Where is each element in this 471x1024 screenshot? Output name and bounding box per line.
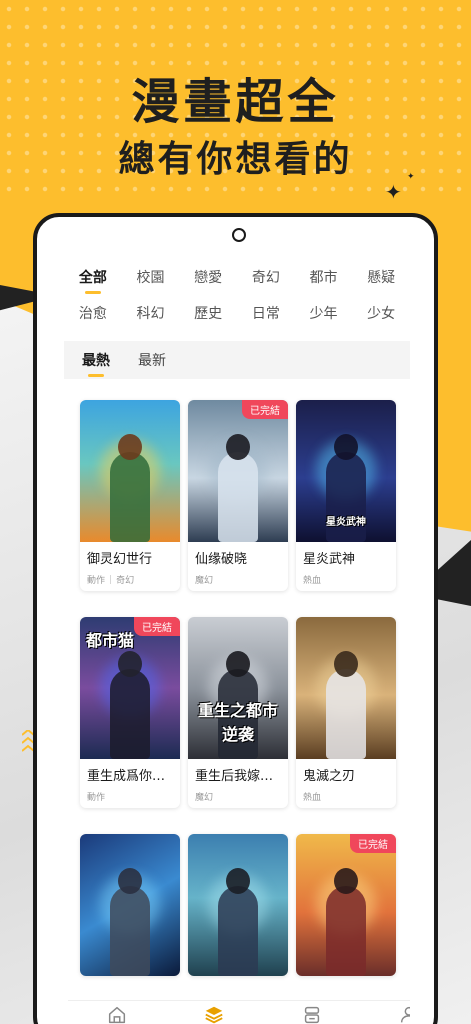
comic-meta: 重生后我嫁給… 魔幻 — [188, 759, 288, 808]
comic-tags: 魔幻 — [195, 790, 281, 803]
genre-tag: 熱血 — [303, 576, 322, 586]
phone-frame: 全部 校園 戀愛 奇幻 都市 懸疑 治愈 科幻 歷史 日常 少年 少女 最熱 最新 御灵幻世行 動作 | 奇幻… — [33, 213, 438, 1024]
home-icon — [106, 1004, 128, 1024]
comic-card[interactable]: 已完結 — [296, 834, 396, 976]
cover-art-head — [118, 868, 142, 894]
app-screen: 全部 校園 戀愛 奇幻 都市 懸疑 治愈 科幻 歷史 日常 少年 少女 最熱 最新 御灵幻世行 動作 | 奇幻… — [64, 248, 410, 1024]
comic-title[interactable]: 重生后我嫁給… — [195, 765, 281, 784]
cover-art-figure — [326, 669, 366, 759]
cover-art-head — [226, 868, 250, 894]
cover-art-head — [118, 651, 142, 677]
comic-cover[interactable]: 重生之都市逆袭 — [188, 617, 288, 759]
comic-title[interactable]: 星炎武神 — [303, 548, 389, 567]
genre-tag: 動作 — [87, 576, 106, 586]
comic-meta: 仙缘破晓 魔幻 — [188, 542, 288, 591]
comic-card[interactable]: 御灵幻世行動作 | 奇幻 — [80, 400, 180, 591]
comic-cover[interactable] — [188, 834, 288, 976]
cover-art-head — [334, 434, 358, 460]
tab-profile[interactable]: 我的 — [361, 1001, 410, 1024]
profile-icon — [398, 1004, 410, 1024]
camera-icon — [232, 228, 246, 242]
comic-title[interactable]: 鬼滅之刃 — [303, 765, 389, 784]
category-tab[interactable]: 歷史 — [179, 304, 237, 324]
category-tab[interactable]: 校園 — [122, 268, 180, 288]
comic-meta: 星炎武神 熱血 — [296, 542, 396, 591]
completed-badge: 已完結 — [134, 617, 180, 636]
cover-art-head — [226, 651, 250, 677]
category-tab[interactable]: 奇幻 — [237, 268, 295, 288]
cover-art-figure — [110, 886, 150, 976]
promo-headline: 漫畫超全 — [131, 74, 340, 130]
category-tab[interactable]: 少年 — [295, 304, 353, 324]
tab-home[interactable]: 首頁 — [68, 1001, 166, 1024]
category-tab[interactable]: 都市 — [295, 268, 353, 288]
comic-tags: 動作 — [87, 790, 173, 803]
cover-art-figure — [218, 886, 258, 976]
sort-bar: 最熱 最新 — [64, 341, 410, 379]
comic-tags: 熱血 — [303, 573, 389, 586]
sparkle-small-icon: ✦ — [407, 172, 415, 182]
category-icon — [203, 1004, 225, 1024]
comic-card[interactable]: 重生之都市逆袭重生后我嫁給… 魔幻 — [188, 617, 288, 808]
comic-tags: 動作 | 奇幻 — [87, 573, 173, 587]
cover-art-head — [334, 651, 358, 677]
comic-cover[interactable]: 已完結 — [188, 400, 288, 542]
cover-title-art: 重生之都市逆袭 — [197, 701, 278, 744]
comic-title[interactable]: 重生成爲你的… — [87, 765, 173, 784]
genre-tag: 魔幻 — [195, 576, 214, 586]
sort-tab[interactable]: 最熱 — [82, 350, 110, 377]
comic-cover[interactable] — [80, 834, 180, 976]
category-tab[interactable]: 日常 — [237, 304, 295, 324]
comic-card[interactable]: 鬼滅之刃 熱血 — [296, 617, 396, 808]
comic-card[interactable]: 已完結仙缘破晓魔幻 — [188, 400, 288, 591]
comic-meta: 鬼滅之刃 熱血 — [296, 759, 396, 808]
bookshelf-icon — [301, 1004, 323, 1024]
promo-subheadline: 總有你想看的 — [118, 139, 353, 180]
tag-separator: | — [109, 574, 113, 585]
comic-card[interactable] — [188, 834, 288, 976]
genre-tag: 動作 — [87, 793, 106, 803]
comic-cover[interactable] — [80, 400, 180, 542]
cover-art-figure — [326, 886, 366, 976]
category-tab[interactable]: 全部 — [64, 268, 122, 294]
comic-meta: 重生成爲你的… 動作 — [80, 759, 180, 808]
cover-art-head — [334, 868, 358, 894]
cover-art-head — [118, 434, 142, 460]
cover-art-figure — [110, 669, 150, 759]
completed-badge: 已完結 — [242, 400, 288, 419]
category-tab[interactable]: 少女 — [352, 304, 410, 324]
tab-bookshelf[interactable]: 書架 — [263, 1001, 361, 1024]
comic-card[interactable] — [80, 834, 180, 976]
cover-art-figure — [326, 452, 366, 542]
cover-art-figure — [218, 452, 258, 542]
comic-meta: 御灵幻世行動作 | 奇幻 — [80, 542, 180, 591]
comic-grid: 御灵幻世行 動作 | 奇幻 已完結 仙缘破晓 魔幻 星炎武神 星炎武神 熱血 都市猫 已完結 重生成爲你… — [80, 400, 398, 976]
category-tab[interactable]: 科幻 — [122, 304, 180, 324]
comic-cover[interactable] — [296, 617, 396, 759]
genre-tag: 魔幻 — [195, 793, 214, 803]
comic-cover[interactable]: 都市猫 已完結 — [80, 617, 180, 759]
sparkle-icon: ✦ — [385, 180, 402, 204]
comic-tags: 熱血 — [303, 790, 389, 803]
comic-title[interactable]: 御灵幻世行 — [87, 548, 173, 567]
category-tab[interactable]: 戀愛 — [179, 268, 237, 288]
cover-art-figure — [110, 452, 150, 542]
bottom-tab-bar: 首頁分類書架我的 — [68, 1000, 410, 1024]
category-tab[interactable]: 治愈 — [64, 304, 122, 324]
comic-tags: 魔幻 — [195, 573, 281, 586]
comic-cover[interactable]: 已完結 — [296, 834, 396, 976]
sort-tab[interactable]: 最新 — [138, 350, 166, 370]
comic-card[interactable]: 星炎武神 星炎武神 熱血 — [296, 400, 396, 591]
cover-art-head — [226, 434, 250, 460]
comic-title[interactable]: 仙缘破晓 — [195, 548, 281, 567]
genre-tag: 熱血 — [303, 793, 322, 803]
genre-tag: 奇幻 — [116, 576, 135, 586]
cover-title-art: 星炎武神 — [326, 517, 366, 528]
comic-card[interactable]: 都市猫 已完結重生成爲你的… 動作 — [80, 617, 180, 808]
category-tab[interactable]: 懸疑 — [352, 268, 410, 288]
completed-badge: 已完結 — [350, 834, 396, 853]
tab-category[interactable]: 分類 — [166, 1001, 264, 1024]
category-grid: 全部 校園 戀愛 奇幻 都市 懸疑治愈 科幻 歷史 日常 少年 少女 — [64, 268, 410, 324]
comic-cover[interactable]: 星炎武神 — [296, 400, 396, 542]
